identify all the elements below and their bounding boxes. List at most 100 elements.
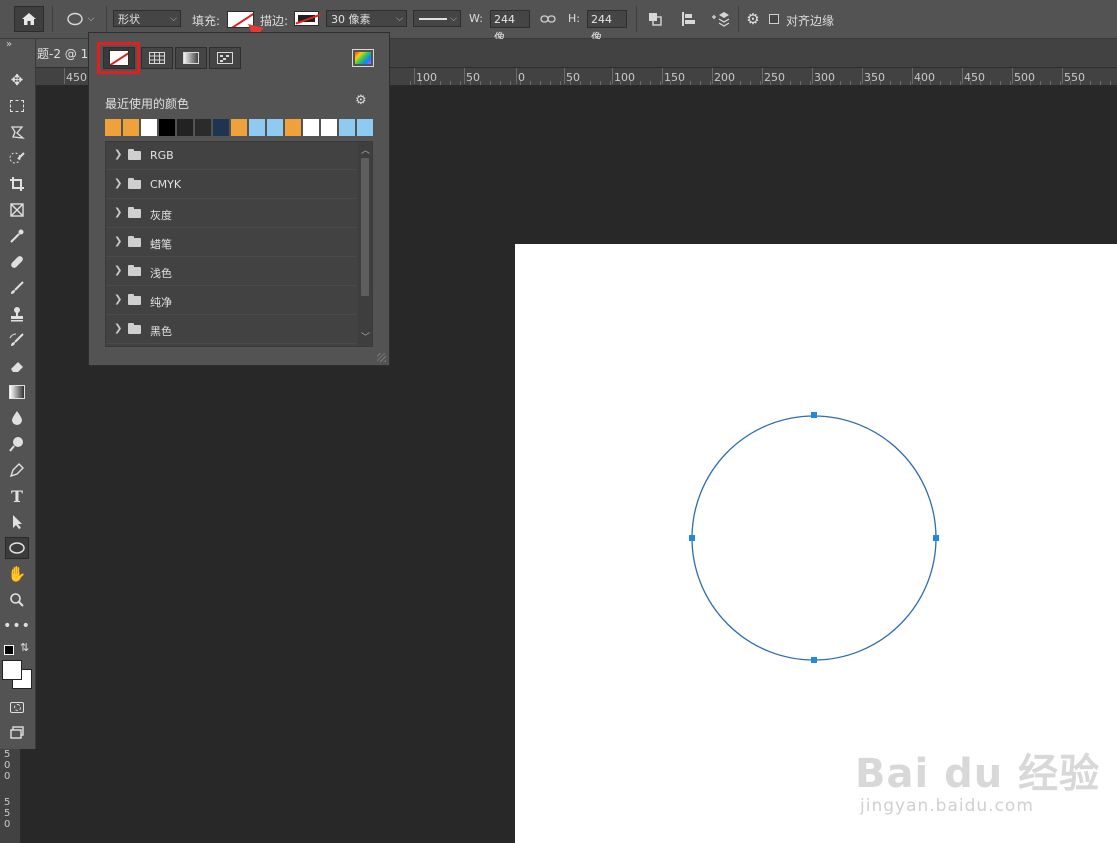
recent-color-swatch[interactable] bbox=[141, 119, 157, 136]
chevron-down-icon: ⌵ bbox=[170, 14, 177, 24]
clone-stamp-tool[interactable] bbox=[5, 303, 29, 325]
recent-color-swatch[interactable] bbox=[123, 119, 139, 136]
ruler-minor-tick bbox=[760, 81, 761, 85]
marquee-tool[interactable] bbox=[5, 95, 29, 117]
quick-mask-button[interactable] bbox=[5, 696, 29, 718]
crop-tool[interactable] bbox=[5, 173, 29, 195]
ruler-minor-tick bbox=[700, 81, 701, 85]
recent-color-swatch[interactable] bbox=[177, 119, 193, 136]
path-alignment-button[interactable] bbox=[677, 9, 699, 29]
link-dimensions-button[interactable] bbox=[538, 11, 558, 27]
scroll-up-arrow[interactable]: ︿ bbox=[361, 143, 370, 156]
resize-grip-icon[interactable] bbox=[377, 353, 386, 362]
ellipse-tool[interactable] bbox=[5, 537, 29, 559]
scrollbar[interactable]: ︿ ﹀ bbox=[358, 142, 372, 346]
chevron-right-icon[interactable]: ❯ bbox=[114, 207, 122, 218]
blur-tool[interactable] bbox=[5, 407, 29, 429]
brush-tool[interactable] bbox=[5, 277, 29, 299]
gradient-mode-button[interactable] bbox=[175, 47, 207, 69]
move-tool[interactable]: ✥ bbox=[5, 69, 29, 91]
recent-color-swatch[interactable] bbox=[285, 119, 301, 136]
eyedropper-tool[interactable] bbox=[5, 225, 29, 247]
foreground-color-swatch[interactable] bbox=[2, 660, 22, 680]
zoom-tool[interactable] bbox=[5, 589, 29, 611]
pen-tool[interactable] bbox=[5, 459, 29, 481]
stroke-type-select[interactable]: ⌵ bbox=[413, 10, 461, 27]
color-picker-button[interactable] bbox=[352, 49, 374, 67]
healing-brush-tool[interactable] bbox=[5, 251, 29, 273]
collapse-toolbar-icon[interactable]: » bbox=[6, 39, 12, 50]
swatch-group-label: RGB bbox=[150, 149, 174, 162]
gear-icon[interactable]: ⚙ bbox=[355, 93, 367, 108]
ruler-minor-tick bbox=[1000, 81, 1001, 85]
dodge-tool[interactable] bbox=[5, 433, 29, 455]
solid-color-mode-button[interactable] bbox=[141, 47, 173, 69]
shape-mode-select[interactable]: 形状 ⌵ bbox=[113, 10, 181, 27]
history-brush-tool[interactable] bbox=[5, 329, 29, 351]
swatch-group-row[interactable]: ❯ 浅色 bbox=[106, 258, 356, 286]
path-operations-button[interactable] bbox=[644, 9, 666, 29]
recent-color-swatch[interactable] bbox=[357, 119, 373, 136]
gradient-tool[interactable] bbox=[5, 381, 29, 403]
scrollbar-thumb[interactable] bbox=[361, 158, 369, 296]
recent-color-swatch[interactable] bbox=[303, 119, 319, 136]
ellipse-path[interactable] bbox=[684, 408, 944, 668]
recent-color-swatch[interactable] bbox=[195, 119, 211, 136]
stroke-swatch[interactable] bbox=[294, 11, 322, 26]
chevron-right-icon[interactable]: ❯ bbox=[114, 236, 122, 247]
recent-color-swatch[interactable] bbox=[249, 119, 265, 136]
document-tab[interactable]: 题-2 @ 1( bbox=[35, 39, 95, 67]
home-button[interactable] bbox=[14, 6, 44, 32]
recent-color-swatch[interactable] bbox=[213, 119, 229, 136]
width-field[interactable]: 244 像 bbox=[490, 10, 530, 44]
scroll-down-arrow[interactable]: ﹀ bbox=[361, 330, 370, 343]
ruler-major-tick bbox=[812, 68, 813, 84]
settings-button[interactable]: ⚙ bbox=[744, 10, 762, 28]
chevron-right-icon[interactable]: ❯ bbox=[114, 294, 122, 305]
swatch-group-row[interactable]: ❯ CMYK bbox=[106, 171, 356, 199]
hand-tool[interactable]: ✋ bbox=[5, 563, 29, 585]
anchor-point-top[interactable] bbox=[811, 412, 817, 418]
recent-color-swatch[interactable] bbox=[321, 119, 337, 136]
swatch-group-row[interactable]: ❯ 纯净 bbox=[106, 287, 356, 315]
chevron-right-icon[interactable]: ❯ bbox=[114, 178, 122, 189]
ruler-minor-tick bbox=[530, 81, 531, 85]
anchor-point-left[interactable] bbox=[689, 535, 695, 541]
swatch-group-row[interactable]: ❯ 蜡笔 bbox=[106, 229, 356, 257]
default-colors-icon[interactable] bbox=[4, 645, 14, 655]
stroke-width-field[interactable]: 30 像素 ⌵ bbox=[326, 10, 407, 27]
type-icon: T bbox=[11, 486, 23, 506]
chevron-right-icon[interactable]: ❯ bbox=[114, 149, 122, 160]
ruler-minor-tick bbox=[680, 81, 681, 85]
shape-mode-value: 形状 bbox=[118, 13, 140, 26]
recent-color-swatch[interactable] bbox=[105, 119, 121, 136]
swatch-group-row[interactable]: ❯ 灰度 bbox=[106, 200, 356, 228]
frame-tool[interactable] bbox=[5, 199, 29, 221]
recent-color-swatch[interactable] bbox=[267, 119, 283, 136]
pattern-mode-button[interactable] bbox=[209, 47, 241, 69]
swap-colors-icon[interactable]: ⇅ bbox=[20, 641, 29, 654]
chevron-down-icon: ⌵ bbox=[450, 14, 457, 24]
recent-color-swatch[interactable] bbox=[159, 119, 175, 136]
swatch-group-row[interactable]: ❯ 黑色 bbox=[106, 316, 356, 344]
swatch-group-row[interactable]: ❯ RGB bbox=[106, 142, 356, 170]
anchor-point-right[interactable] bbox=[933, 535, 939, 541]
anchor-point-bottom[interactable] bbox=[811, 657, 817, 663]
path-arrangement-button[interactable] bbox=[708, 9, 732, 29]
height-field[interactable]: 244 像 bbox=[587, 10, 627, 44]
edit-toolbar-button[interactable]: ••• bbox=[3, 615, 30, 637]
tool-preset-picker[interactable]: ⌵ bbox=[60, 9, 100, 29]
ruler-minor-tick bbox=[420, 81, 421, 85]
chevron-down-icon: ⌵ bbox=[396, 14, 403, 24]
recent-color-swatch[interactable] bbox=[339, 119, 355, 136]
screen-mode-button[interactable] bbox=[5, 722, 29, 744]
chevron-right-icon[interactable]: ❯ bbox=[114, 323, 122, 334]
recent-color-swatch[interactable] bbox=[231, 119, 247, 136]
type-tool[interactable]: T bbox=[5, 485, 29, 507]
eraser-tool[interactable] bbox=[5, 355, 29, 377]
align-edges-checkbox[interactable] bbox=[769, 14, 779, 24]
path-selection-tool[interactable] bbox=[5, 511, 29, 533]
lasso-tool[interactable] bbox=[5, 121, 29, 143]
chevron-right-icon[interactable]: ❯ bbox=[114, 265, 122, 276]
quick-selection-tool[interactable] bbox=[5, 147, 29, 169]
